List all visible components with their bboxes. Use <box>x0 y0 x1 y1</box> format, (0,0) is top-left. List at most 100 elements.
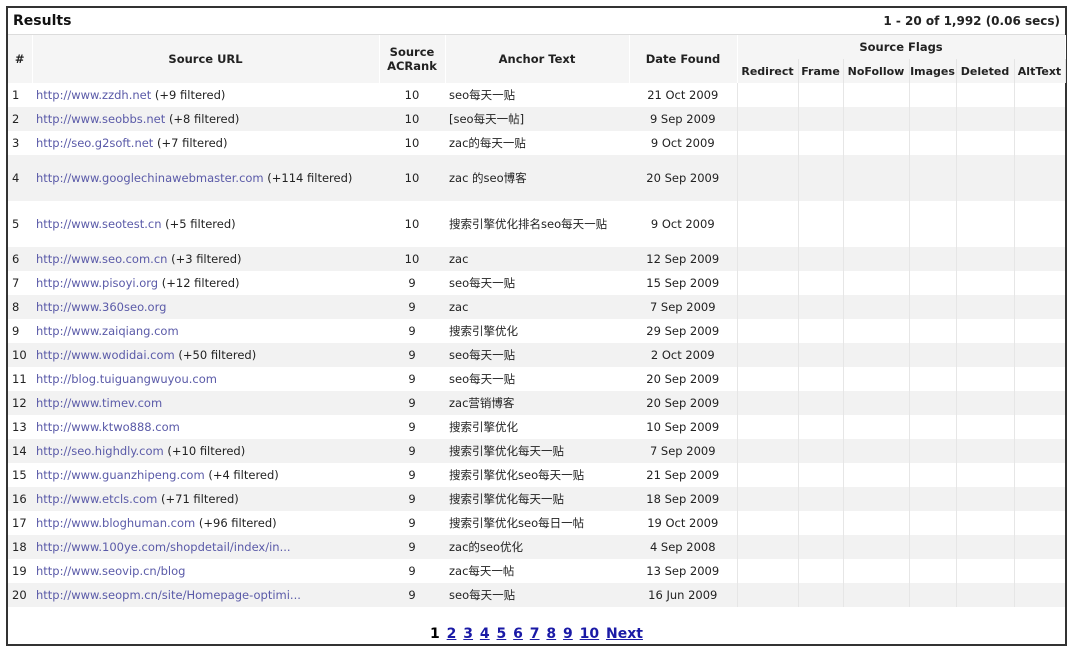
source-url-cell: http://www.zaiqiang.com <box>32 319 379 343</box>
acrank-cell: 10 <box>379 201 445 247</box>
pagination-next-link[interactable]: Next <box>606 626 643 642</box>
flag-cell <box>908 559 956 583</box>
flag-cell <box>955 391 1014 415</box>
pagination-page-link[interactable]: 3 <box>463 626 473 642</box>
date-found-cell: 19 Oct 2009 <box>629 511 737 535</box>
flag-cell <box>842 415 909 439</box>
acrank-cell: 9 <box>379 583 445 607</box>
anchor-text-cell: zac每天一帖 <box>445 559 629 583</box>
pagination-page-link[interactable]: 8 <box>546 626 556 642</box>
anchor-text-cell: seo每天一贴 <box>445 83 629 107</box>
source-url-link[interactable]: http://www.etcls.com <box>36 492 157 506</box>
col-header-source-acrank-line2: ACRank <box>387 59 437 73</box>
row-number: 18 <box>8 535 32 559</box>
source-url-link[interactable]: http://www.zzdh.net <box>36 88 151 102</box>
pagination-page-link[interactable]: 6 <box>513 626 523 642</box>
flag-cell <box>736 83 798 107</box>
anchor-text-cell: 搜索引擎优化seo每日一帖 <box>445 511 629 535</box>
flag-cell <box>955 583 1014 607</box>
anchor-text-cell: zac <box>445 295 629 319</box>
pagination-page-link[interactable]: 4 <box>480 626 490 642</box>
source-url-link[interactable]: http://www.wodidai.com <box>36 348 175 362</box>
pagination-page-link[interactable]: 10 <box>580 626 599 642</box>
row-number: 7 <box>8 271 32 295</box>
flag-cell <box>736 391 798 415</box>
row-number: 20 <box>8 583 32 607</box>
flag-cell <box>842 487 909 511</box>
source-url-cell: http://blog.tuiguangwuyou.com <box>32 367 379 391</box>
col-header-flag-frame: Frame <box>798 59 844 83</box>
flag-cell <box>797 391 843 415</box>
flag-cell <box>955 559 1014 583</box>
source-url-link[interactable]: http://www.seopm.cn/site/Homepage-optimi… <box>36 588 301 602</box>
flag-cell <box>797 319 843 343</box>
flag-cell <box>908 201 956 247</box>
anchor-text-cell: [seo每天一帖] <box>445 107 629 131</box>
pagination-page-link[interactable]: 2 <box>447 626 457 642</box>
source-url-link[interactable]: http://www.guanzhipeng.com <box>36 468 205 482</box>
acrank-cell: 9 <box>379 511 445 535</box>
source-url-link[interactable]: http://www.seotest.cn <box>36 217 162 231</box>
row-number: 11 <box>8 367 32 391</box>
source-url-link[interactable]: http://www.timev.com <box>36 396 162 410</box>
flag-cell <box>842 463 909 487</box>
date-found-cell: 2 Oct 2009 <box>629 343 737 367</box>
backlinks-table: # Source URL Source ACRank Anchor Text D… <box>8 35 1066 607</box>
source-url-link[interactable]: http://www.zaiqiang.com <box>36 324 179 338</box>
table-row: 15 http://www.guanzhipeng.com (+4 filtere… <box>8 463 1066 487</box>
flag-cell <box>736 247 798 271</box>
flag-cell <box>955 535 1014 559</box>
results-body: 1 http://www.zzdh.net (+9 filtered) 10 seo每… <box>8 83 1066 607</box>
flag-cell <box>908 367 956 391</box>
source-url-link[interactable]: http://www.pisoyi.org <box>36 276 158 290</box>
row-number: 8 <box>8 295 32 319</box>
flag-cell <box>842 367 909 391</box>
source-url-link[interactable]: http://www.ktwo888.com <box>36 420 180 434</box>
table-row: 6 http://www.seo.com.cn (+3 filtered) 10 za… <box>8 247 1066 271</box>
acrank-cell: 9 <box>379 391 445 415</box>
flag-cell <box>797 343 843 367</box>
source-url-link[interactable]: http://seo.g2soft.net <box>36 136 153 150</box>
flag-cell <box>1013 367 1066 391</box>
source-url-link[interactable]: http://seo.highdly.com <box>36 444 164 458</box>
flag-cell <box>1013 247 1066 271</box>
results-header: Results 1 - 20 of 1,992 (0.06 secs) <box>8 8 1065 35</box>
date-found-cell: 29 Sep 2009 <box>629 319 737 343</box>
row-number: 17 <box>8 511 32 535</box>
anchor-text-cell: zac的每天一贴 <box>445 131 629 155</box>
flag-cell <box>908 487 956 511</box>
flag-cell <box>1013 343 1066 367</box>
table-row: 9 http://www.zaiqiang.com 9 搜索引擎优化 29 Sep 2… <box>8 319 1066 343</box>
date-found-cell: 9 Oct 2009 <box>629 131 737 155</box>
flag-cell <box>842 271 909 295</box>
source-url-cell: http://www.seo.com.cn (+3 filtered) <box>32 247 379 271</box>
date-found-cell: 21 Sep 2009 <box>629 463 737 487</box>
row-number: 14 <box>8 439 32 463</box>
flag-cell <box>908 131 956 155</box>
anchor-text-cell: seo每天一贴 <box>445 583 629 607</box>
source-url-link[interactable]: http://www.googlechinawebmaster.com <box>36 171 264 185</box>
acrank-cell: 9 <box>379 559 445 583</box>
flag-cell <box>908 155 956 201</box>
pagination-page-link[interactable]: 7 <box>530 626 540 642</box>
flag-cell <box>736 107 798 131</box>
source-url-cell: http://www.ktwo888.com <box>32 415 379 439</box>
source-url-link[interactable]: http://www.seovip.cn/blog <box>36 564 185 578</box>
flag-cell <box>842 107 909 131</box>
table-row: 8 http://www.360seo.org 9 zac 7 Sep 2009 <box>8 295 1066 319</box>
source-url-link[interactable]: http://www.360seo.org <box>36 300 166 314</box>
source-url-link[interactable]: http://www.seo.com.cn <box>36 252 167 266</box>
anchor-text-cell: zac 的seo博客 <box>445 155 629 201</box>
source-url-link[interactable]: http://www.100ye.com/shopdetail/index/in… <box>36 540 291 554</box>
pagination-page-link[interactable]: 9 <box>563 626 573 642</box>
flag-cell <box>842 201 909 247</box>
source-url-link[interactable]: http://blog.tuiguangwuyou.com <box>36 372 217 386</box>
pagination-page-link[interactable]: 5 <box>497 626 507 642</box>
anchor-text-cell: 搜索引擎优化 <box>445 415 629 439</box>
filtered-count: (+5 filtered) <box>165 217 236 231</box>
source-url-link[interactable]: http://www.seobbs.net <box>36 112 165 126</box>
results-panel: Results 1 - 20 of 1,992 (0.06 secs) # So… <box>6 6 1067 646</box>
row-number: 13 <box>8 415 32 439</box>
source-url-link[interactable]: http://www.bloghuman.com <box>36 516 195 530</box>
flag-cell <box>908 319 956 343</box>
